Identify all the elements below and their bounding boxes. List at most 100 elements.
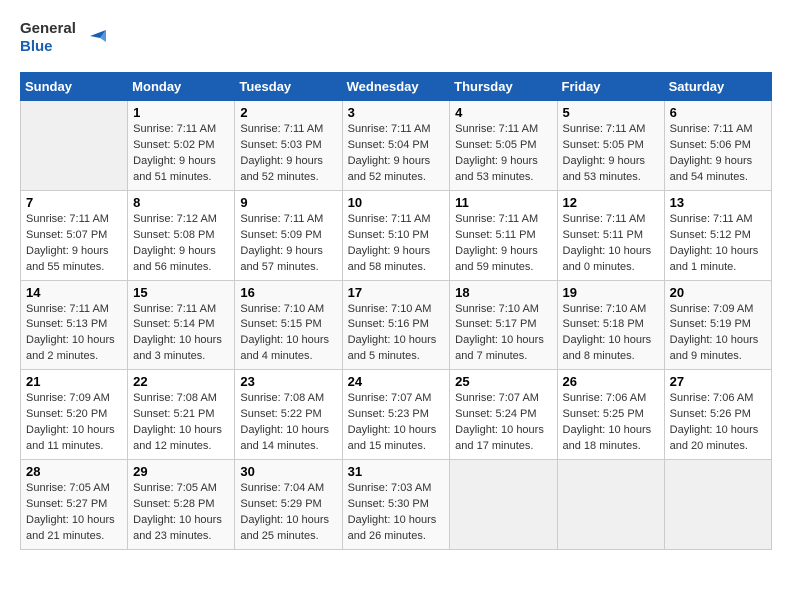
- day-number: 10: [348, 195, 445, 210]
- day-number: 4: [455, 105, 551, 120]
- day-number: 31: [348, 464, 445, 479]
- calendar-table: SundayMondayTuesdayWednesdayThursdayFrid…: [20, 72, 772, 550]
- day-info: Sunrise: 7:10 AMSunset: 5:18 PMDaylight:…: [563, 302, 659, 366]
- day-info: Sunrise: 7:10 AMSunset: 5:17 PMDaylight:…: [455, 302, 551, 366]
- week-row-3: 14 Sunrise: 7:11 AMSunset: 5:13 PMDayligh…: [21, 280, 772, 370]
- week-row-4: 21 Sunrise: 7:09 AMSunset: 5:20 PMDayligh…: [21, 370, 772, 460]
- day-number: 3: [348, 105, 445, 120]
- calendar-cell: [664, 460, 771, 550]
- day-number: 24: [348, 374, 445, 389]
- day-number: 27: [670, 374, 766, 389]
- column-header-sunday: Sunday: [21, 73, 128, 101]
- week-row-5: 28 Sunrise: 7:05 AMSunset: 5:27 PMDayligh…: [21, 460, 772, 550]
- day-info: Sunrise: 7:11 AMSunset: 5:09 PMDaylight:…: [240, 212, 336, 276]
- calendar-cell: 28 Sunrise: 7:05 AMSunset: 5:27 PMDayligh…: [21, 460, 128, 550]
- day-info: Sunrise: 7:10 AMSunset: 5:16 PMDaylight:…: [348, 302, 445, 366]
- day-info: Sunrise: 7:03 AMSunset: 5:30 PMDaylight:…: [348, 481, 445, 545]
- day-info: Sunrise: 7:11 AMSunset: 5:10 PMDaylight:…: [348, 212, 445, 276]
- day-info: Sunrise: 7:07 AMSunset: 5:24 PMDaylight:…: [455, 391, 551, 455]
- logo-blue: Blue: [20, 38, 76, 56]
- day-number: 30: [240, 464, 336, 479]
- calendar-cell: 11Sunrise: 7:11 AMSunset: 5:11 PMDayligh…: [450, 190, 557, 280]
- calendar-cell: 19 Sunrise: 7:10 AMSunset: 5:18 PMDayligh…: [557, 280, 664, 370]
- day-number: 6: [670, 105, 766, 120]
- day-number: 8: [133, 195, 229, 210]
- calendar-cell: 30Sunrise: 7:04 AMSunset: 5:29 PMDayligh…: [235, 460, 342, 550]
- calendar-cell: 31 Sunrise: 7:03 AMSunset: 5:30 PMDayligh…: [342, 460, 450, 550]
- calendar-cell: 2Sunrise: 7:11 AMSunset: 5:03 PMDaylight…: [235, 101, 342, 191]
- calendar-cell: 22Sunrise: 7:08 AMSunset: 5:21 PMDayligh…: [128, 370, 235, 460]
- day-info: Sunrise: 7:11 AMSunset: 5:11 PMDaylight:…: [563, 212, 659, 276]
- day-number: 16: [240, 285, 336, 300]
- day-info: Sunrise: 7:11 AMSunset: 5:13 PMDaylight:…: [26, 302, 122, 366]
- logo: General Blue: [20, 20, 106, 56]
- logo-bird-icon: [82, 24, 106, 48]
- calendar-cell: 27Sunrise: 7:06 AMSunset: 5:26 PMDayligh…: [664, 370, 771, 460]
- day-number: 17: [348, 285, 445, 300]
- column-header-friday: Friday: [557, 73, 664, 101]
- day-info: Sunrise: 7:12 AMSunset: 5:08 PMDaylight:…: [133, 212, 229, 276]
- day-info: Sunrise: 7:05 AMSunset: 5:27 PMDaylight:…: [26, 481, 122, 545]
- day-number: 5: [563, 105, 659, 120]
- day-info: Sunrise: 7:11 AMSunset: 5:07 PMDaylight:…: [26, 212, 122, 276]
- calendar-cell: 17 Sunrise: 7:10 AMSunset: 5:16 PMDayligh…: [342, 280, 450, 370]
- calendar-cell: 24 Sunrise: 7:07 AMSunset: 5:23 PMDayligh…: [342, 370, 450, 460]
- calendar-cell: 15 Sunrise: 7:11 AMSunset: 5:14 PMDayligh…: [128, 280, 235, 370]
- day-info: Sunrise: 7:11 AMSunset: 5:05 PMDaylight:…: [455, 122, 551, 186]
- day-info: Sunrise: 7:11 AMSunset: 5:06 PMDaylight:…: [670, 122, 766, 186]
- day-info: Sunrise: 7:11 AMSunset: 5:02 PMDaylight:…: [133, 122, 229, 186]
- day-number: 12: [563, 195, 659, 210]
- day-info: Sunrise: 7:07 AMSunset: 5:23 PMDaylight:…: [348, 391, 445, 455]
- day-info: Sunrise: 7:08 AMSunset: 5:21 PMDaylight:…: [133, 391, 229, 455]
- calendar-cell: [450, 460, 557, 550]
- column-header-saturday: Saturday: [664, 73, 771, 101]
- day-number: 20: [670, 285, 766, 300]
- day-number: 1: [133, 105, 229, 120]
- calendar-cell: 25 Sunrise: 7:07 AMSunset: 5:24 PMDayligh…: [450, 370, 557, 460]
- calendar-cell: 4 Sunrise: 7:11 AMSunset: 5:05 PMDaylight…: [450, 101, 557, 191]
- page-header: General Blue: [20, 20, 772, 56]
- day-info: Sunrise: 7:05 AMSunset: 5:28 PMDaylight:…: [133, 481, 229, 545]
- calendar-cell: 26 Sunrise: 7:06 AMSunset: 5:25 PMDayligh…: [557, 370, 664, 460]
- day-info: Sunrise: 7:08 AMSunset: 5:22 PMDaylight:…: [240, 391, 336, 455]
- calendar-cell: 3 Sunrise: 7:11 AMSunset: 5:04 PMDaylight…: [342, 101, 450, 191]
- day-number: 15: [133, 285, 229, 300]
- calendar-cell: 10 Sunrise: 7:11 AMSunset: 5:10 PMDayligh…: [342, 190, 450, 280]
- logo-general: General: [20, 20, 76, 38]
- calendar-cell: 20 Sunrise: 7:09 AMSunset: 5:19 PMDayligh…: [664, 280, 771, 370]
- day-number: 13: [670, 195, 766, 210]
- calendar-cell: 8 Sunrise: 7:12 AMSunset: 5:08 PMDaylight…: [128, 190, 235, 280]
- header-row: SundayMondayTuesdayWednesdayThursdayFrid…: [21, 73, 772, 101]
- calendar-cell: 6 Sunrise: 7:11 AMSunset: 5:06 PMDaylight…: [664, 101, 771, 191]
- day-number: 26: [563, 374, 659, 389]
- day-info: Sunrise: 7:09 AMSunset: 5:20 PMDaylight:…: [26, 391, 122, 455]
- calendar-cell: 21 Sunrise: 7:09 AMSunset: 5:20 PMDayligh…: [21, 370, 128, 460]
- day-number: 19: [563, 285, 659, 300]
- calendar-cell: 5Sunrise: 7:11 AMSunset: 5:05 PMDaylight…: [557, 101, 664, 191]
- calendar-cell: [557, 460, 664, 550]
- day-number: 28: [26, 464, 122, 479]
- day-number: 21: [26, 374, 122, 389]
- day-info: Sunrise: 7:11 AMSunset: 5:03 PMDaylight:…: [240, 122, 336, 186]
- column-header-wednesday: Wednesday: [342, 73, 450, 101]
- day-info: Sunrise: 7:11 AMSunset: 5:14 PMDaylight:…: [133, 302, 229, 366]
- day-info: Sunrise: 7:10 AMSunset: 5:15 PMDaylight:…: [240, 302, 336, 366]
- week-row-2: 7 Sunrise: 7:11 AMSunset: 5:07 PMDaylight…: [21, 190, 772, 280]
- day-number: 7: [26, 195, 122, 210]
- day-number: 25: [455, 374, 551, 389]
- calendar-cell: [21, 101, 128, 191]
- calendar-cell: 7 Sunrise: 7:11 AMSunset: 5:07 PMDaylight…: [21, 190, 128, 280]
- day-info: Sunrise: 7:06 AMSunset: 5:25 PMDaylight:…: [563, 391, 659, 455]
- day-info: Sunrise: 7:11 AMSunset: 5:12 PMDaylight:…: [670, 212, 766, 276]
- day-info: Sunrise: 7:11 AMSunset: 5:04 PMDaylight:…: [348, 122, 445, 186]
- logo-container: General Blue: [20, 20, 76, 56]
- day-number: 14: [26, 285, 122, 300]
- calendar-cell: 23 Sunrise: 7:08 AMSunset: 5:22 PMDayligh…: [235, 370, 342, 460]
- calendar-cell: 18Sunrise: 7:10 AMSunset: 5:17 PMDayligh…: [450, 280, 557, 370]
- day-info: Sunrise: 7:09 AMSunset: 5:19 PMDaylight:…: [670, 302, 766, 366]
- day-number: 23: [240, 374, 336, 389]
- calendar-cell: 9 Sunrise: 7:11 AMSunset: 5:09 PMDaylight…: [235, 190, 342, 280]
- day-number: 29: [133, 464, 229, 479]
- day-number: 9: [240, 195, 336, 210]
- calendar-cell: 1 Sunrise: 7:11 AMSunset: 5:02 PMDaylight…: [128, 101, 235, 191]
